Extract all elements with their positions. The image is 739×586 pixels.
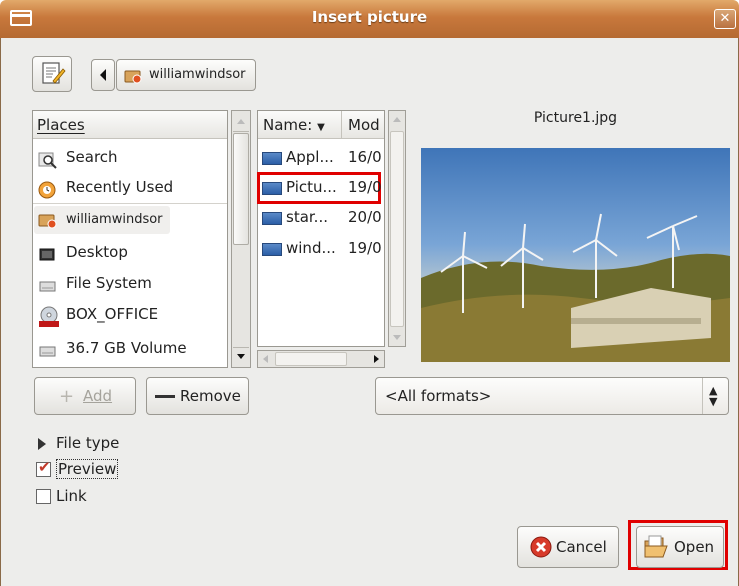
place-label: BOX_OFFICE [66, 305, 159, 323]
scroll-right-arrow[interactable] [368, 351, 384, 367]
window-title: Insert picture [311, 8, 428, 26]
close-icon[interactable]: ✕ [714, 9, 736, 29]
file-row[interactable]: wind... 19/0 [262, 233, 382, 263]
place-label: 36.7 GB Volume [66, 339, 187, 357]
image-file-icon [262, 212, 282, 225]
scroll-up-arrow[interactable] [233, 112, 249, 132]
column-name[interactable]: Name: ▼ [263, 116, 325, 134]
preview-label: Preview [56, 459, 119, 479]
preview-filename: Picture1.jpg [533, 110, 618, 126]
file-modified: 19/0 [348, 178, 382, 196]
place-label: File System [66, 274, 152, 292]
recent-icon [38, 179, 58, 198]
combo-divider [702, 378, 703, 414]
image-file-icon [262, 152, 282, 165]
file-list-vscrollbar[interactable] [388, 110, 406, 347]
scroll-thumb[interactable] [390, 131, 404, 327]
remove-label: Remove [180, 387, 241, 405]
file-name: wind... [286, 239, 336, 257]
scroll-thumb[interactable] [233, 133, 249, 245]
add-label: Add [83, 387, 113, 405]
column-name-label: Name: [263, 116, 313, 134]
file-list-hscrollbar[interactable] [257, 350, 385, 368]
combo-arrows-icon: ▲ ▼ [709, 384, 718, 408]
link-checkbox[interactable]: Link [36, 487, 87, 505]
add-place-button[interactable]: + Add [34, 377, 136, 415]
file-modified: 16/0 [348, 148, 382, 166]
file-name: star... [286, 208, 328, 226]
checkbox-unchecked-icon [36, 489, 51, 504]
scroll-down-arrow[interactable] [389, 330, 405, 346]
preview-image [421, 148, 730, 362]
cancel-icon [530, 536, 552, 562]
scroll-down-arrow[interactable] [233, 347, 249, 365]
file-name: Appl... [286, 148, 334, 166]
file-modified: 20/0 [348, 208, 382, 226]
arrow-left-icon [100, 69, 106, 81]
search-icon [38, 149, 58, 169]
file-row[interactable]: Appl... 16/0 [262, 142, 382, 172]
places-header[interactable]: Places [33, 111, 227, 139]
place-williamwindsor[interactable]: williamwindsor [38, 205, 163, 235]
cancel-label: Cancel [556, 538, 607, 556]
scroll-up-arrow[interactable] [389, 111, 405, 129]
places-separator [33, 203, 227, 204]
cancel-button[interactable]: Cancel [517, 526, 619, 568]
expander-icon [38, 437, 46, 450]
file-row[interactable]: star... 20/0 [262, 202, 382, 232]
scroll-thumb[interactable] [275, 352, 347, 366]
preview-checkbox[interactable]: ✔ Preview [36, 458, 119, 479]
scroll-left-arrow[interactable] [258, 351, 274, 367]
file-format-combobox[interactable]: <All formats> ▲ ▼ [375, 377, 729, 415]
places-header-label: Places [37, 116, 85, 134]
drive-icon [38, 275, 58, 293]
edit-document-icon [42, 62, 66, 84]
column-modified[interactable]: Mod [348, 116, 380, 134]
breadcrumb-button[interactable]: williamwindsor [116, 59, 256, 91]
checkbox-checked-icon: ✔ [36, 458, 51, 477]
desktop-icon [38, 244, 58, 262]
open-label: Open [674, 538, 715, 556]
file-row-selected[interactable]: Pictu... 19/0 [262, 172, 382, 202]
edit-location-button[interactable] [32, 56, 72, 92]
remove-place-button[interactable]: Remove [146, 377, 249, 415]
place-label: williamwindsor [66, 212, 163, 227]
file-list-header: Name: ▼ Mod [258, 111, 384, 139]
breadcrumb-label: williamwindsor [149, 67, 246, 82]
image-file-icon [262, 182, 282, 195]
open-button[interactable]: Open [636, 526, 724, 568]
image-file-icon [262, 243, 282, 256]
format-selected: <All formats> [385, 387, 492, 405]
place-label: Desktop [66, 243, 128, 261]
place-label: Search [66, 148, 118, 166]
add-icon: + [59, 386, 75, 407]
places-scrollbar[interactable] [231, 110, 251, 368]
column-divider [341, 111, 342, 139]
file-type-label: File type [56, 434, 120, 452]
link-label: Link [56, 487, 87, 505]
place-search[interactable]: Search [38, 142, 118, 172]
home-folder-icon [124, 68, 142, 88]
place-desktop[interactable]: Desktop [38, 237, 128, 267]
drive-icon [38, 340, 58, 358]
home-folder-icon [38, 211, 58, 229]
place-volume[interactable]: 36.7 GB Volume [38, 333, 187, 363]
place-label: Recently Used [66, 178, 174, 196]
remove-icon [155, 395, 175, 398]
path-back-button[interactable] [91, 59, 115, 91]
place-file-system[interactable]: File System [38, 268, 152, 298]
sort-down-icon: ▼ [317, 122, 325, 133]
open-folder-icon [643, 533, 671, 565]
place-box-office[interactable]: BOX_OFFICE [38, 299, 158, 329]
cdrom-icon [38, 306, 59, 327]
place-recently-used[interactable]: Recently Used [38, 172, 173, 202]
file-name: Pictu... [286, 178, 337, 196]
file-type-expander[interactable]: File type [38, 434, 119, 452]
file-modified: 19/0 [348, 239, 382, 257]
